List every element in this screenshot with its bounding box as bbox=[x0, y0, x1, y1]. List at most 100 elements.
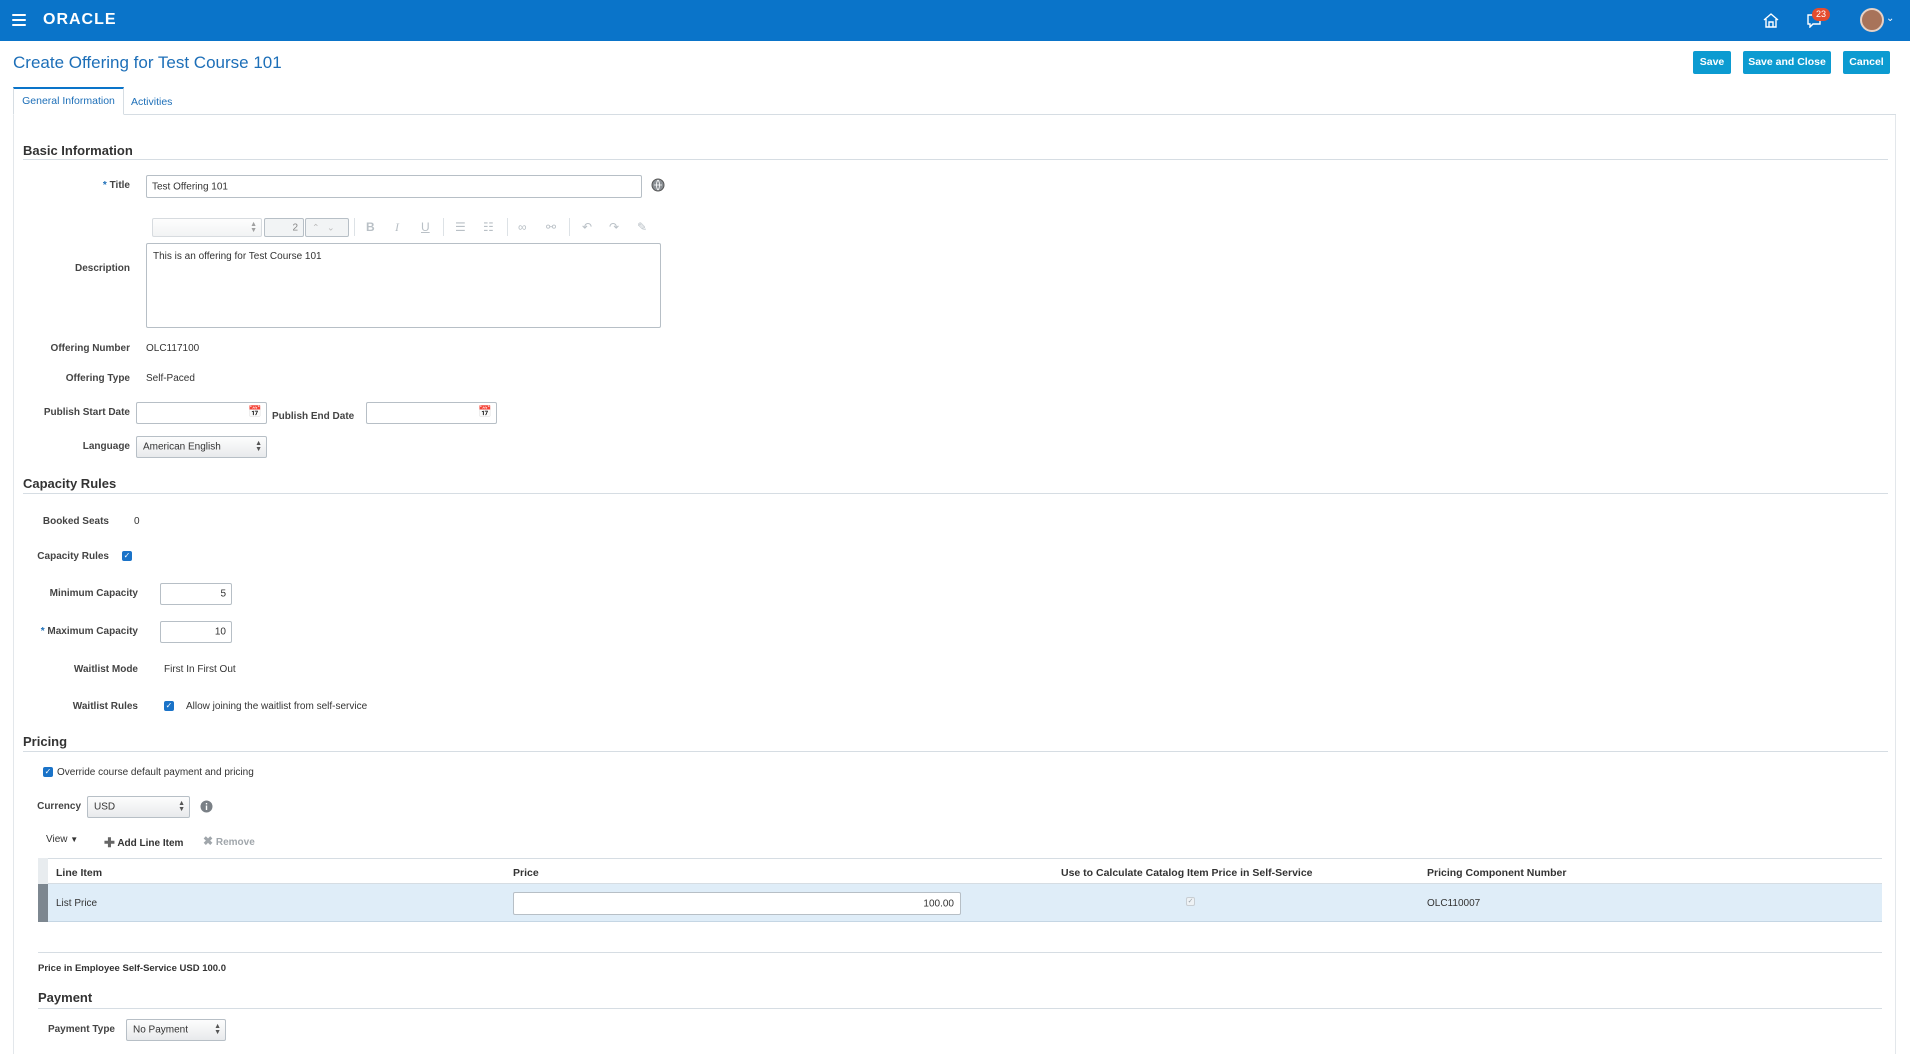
undo-icon[interactable]: ↶ bbox=[582, 220, 592, 234]
language-label: Language bbox=[82, 441, 130, 452]
publish-start-date-label: Publish Start Date bbox=[43, 407, 130, 418]
toolbar-separator bbox=[354, 218, 355, 236]
plus-icon: ✚ bbox=[104, 835, 115, 850]
waitlist-rules-text: Allow joining the waitlist from self-ser… bbox=[186, 701, 368, 712]
info-icon[interactable] bbox=[200, 800, 213, 813]
italic-icon[interactable]: I bbox=[395, 220, 399, 235]
remove-button[interactable]: ✖ Remove bbox=[203, 834, 255, 848]
section-title-capacity-rules: Capacity Rules bbox=[23, 476, 117, 491]
save-and-close-button[interactable]: Save and Close bbox=[1743, 51, 1831, 74]
section-divider bbox=[23, 159, 1888, 160]
add-line-item-button[interactable]: ✚ Add Line Item bbox=[104, 834, 183, 850]
underline-icon[interactable]: U bbox=[421, 220, 430, 234]
currency-select-value: USD bbox=[94, 801, 116, 813]
bullet-list-icon[interactable]: ☰ bbox=[455, 220, 466, 234]
publish-end-date-label: Publish End Date bbox=[272, 411, 355, 422]
payment-type-label: Payment Type bbox=[47, 1024, 115, 1035]
booked-seats-value: 0 bbox=[134, 516, 140, 527]
chevron-down-icon[interactable]: ⌄ bbox=[1886, 13, 1894, 24]
booked-seats-label: Booked Seats bbox=[42, 516, 109, 527]
calendar-icon[interactable]: 📅 bbox=[248, 406, 262, 418]
calendar-icon[interactable]: 📅 bbox=[478, 406, 492, 418]
title-input[interactable]: Test Offering 101 bbox=[146, 175, 642, 198]
page-title: Create Offering for Test Course 101 bbox=[13, 53, 282, 72]
font-size-value: 2 bbox=[292, 222, 298, 233]
language-select[interactable]: American English ▲ ▼ bbox=[136, 436, 267, 458]
view-menu[interactable]: View ▼ bbox=[46, 834, 78, 845]
select-arrows-icon: ▲ ▼ bbox=[255, 440, 262, 453]
add-line-item-label: Add Line Item bbox=[117, 838, 184, 849]
bold-icon[interactable]: B bbox=[366, 220, 375, 234]
waitlist-rules-checkbox[interactable]: ✓ bbox=[164, 701, 174, 711]
capacity-rules-checkbox[interactable]: ✓ bbox=[122, 551, 132, 561]
offering-type-label: Offering Type bbox=[65, 373, 130, 384]
section-title-payment: Payment bbox=[38, 990, 93, 1005]
home-icon[interactable] bbox=[1762, 12, 1780, 28]
unlink-icon[interactable]: ⚯ bbox=[546, 220, 556, 234]
section-divider bbox=[23, 493, 1888, 494]
oracle-logo: ORACLE bbox=[43, 11, 117, 28]
minimum-capacity-label: Minimum Capacity bbox=[49, 588, 138, 599]
column-header-use-to-calculate: Use to Calculate Catalog Item Price in S… bbox=[1061, 867, 1313, 879]
clear-formatting-icon[interactable]: ✎ bbox=[637, 220, 647, 234]
cancel-button[interactable]: Cancel bbox=[1843, 51, 1890, 74]
remove-label: Remove bbox=[215, 837, 255, 848]
tab-divider bbox=[13, 114, 1896, 115]
column-header-pricing-component-number: Pricing Component Number bbox=[1427, 867, 1567, 879]
currency-select[interactable]: USD ▲ ▼ bbox=[87, 796, 190, 818]
toolbar-separator bbox=[569, 218, 570, 236]
font-family-select[interactable]: ▲ ▼ bbox=[152, 218, 262, 237]
maximum-capacity-input[interactable]: 10 bbox=[160, 621, 232, 643]
font-size-input[interactable]: 2 bbox=[264, 218, 304, 237]
menu-icon[interactable] bbox=[12, 14, 26, 26]
numbered-list-icon[interactable]: ☷ bbox=[483, 220, 494, 234]
link-icon[interactable]: ∞ bbox=[518, 220, 527, 234]
translate-icon[interactable] bbox=[651, 178, 665, 192]
use-to-calculate-checkbox: ✓ bbox=[1186, 897, 1195, 906]
capacity-rules-label: Capacity Rules bbox=[37, 551, 109, 562]
select-arrows-icon: ▲ ▼ bbox=[214, 1023, 221, 1036]
title-label: * Title bbox=[60, 180, 130, 191]
waitlist-rules-label: Waitlist Rules bbox=[72, 701, 138, 712]
table-footer-divider bbox=[38, 952, 1882, 953]
currency-label: Currency bbox=[37, 801, 81, 812]
pricing-table-header bbox=[38, 858, 1882, 884]
override-pricing-checkbox[interactable]: ✓ bbox=[43, 767, 53, 777]
maximum-capacity-value: 10 bbox=[214, 626, 226, 638]
tab-general-information[interactable]: General Information bbox=[13, 87, 124, 115]
payment-type-select[interactable]: No Payment ▲ ▼ bbox=[126, 1019, 226, 1041]
notification-badge: 23 bbox=[1812, 8, 1831, 21]
column-header-price: Price bbox=[513, 867, 539, 879]
section-title-basic-information: Basic Information bbox=[23, 143, 133, 158]
waitlist-mode-label: Waitlist Mode bbox=[73, 664, 138, 675]
pricing-component-number-cell: OLC110007 bbox=[1427, 898, 1481, 909]
waitlist-mode-value: First In First Out bbox=[164, 664, 236, 675]
save-button[interactable]: Save bbox=[1693, 51, 1731, 74]
description-editor[interactable]: This is an offering for Test Course 101 bbox=[146, 243, 661, 328]
price-value: 100.00 bbox=[923, 898, 954, 909]
global-header: ORACLE 23 ⌄ bbox=[0, 0, 1910, 41]
minimum-capacity-value: 5 bbox=[220, 588, 226, 600]
redo-icon[interactable]: ↷ bbox=[609, 220, 619, 234]
view-menu-label: View bbox=[46, 834, 68, 845]
section-divider bbox=[23, 751, 1888, 752]
minimum-capacity-input[interactable]: 5 bbox=[160, 583, 232, 605]
self-service-price-summary: Price in Employee Self-Service USD 100.0 bbox=[38, 963, 226, 974]
offering-number-value: OLC117100 bbox=[146, 343, 200, 354]
description-text: This is an offering for Test Course 101 bbox=[153, 251, 322, 262]
description-label: Description bbox=[74, 263, 130, 274]
offering-type-value: Self-Paced bbox=[146, 373, 195, 384]
toolbar-separator bbox=[443, 218, 444, 236]
tab-activities[interactable]: Activities bbox=[131, 96, 172, 108]
maximum-capacity-label-text: Maximum Capacity bbox=[47, 626, 138, 637]
title-input-value: Test Offering 101 bbox=[152, 181, 228, 192]
required-indicator: * bbox=[40, 626, 45, 637]
font-size-stepper[interactable]: ⌃ ⌄ bbox=[305, 218, 349, 237]
language-select-value: American English bbox=[143, 441, 221, 453]
line-item-cell: List Price bbox=[56, 898, 98, 909]
user-avatar[interactable] bbox=[1860, 8, 1884, 32]
title-label-text: Title bbox=[109, 180, 130, 191]
toolbar-separator bbox=[507, 218, 508, 236]
caret-down-icon: ▼ bbox=[70, 835, 79, 844]
price-input[interactable]: 100.00 bbox=[513, 892, 961, 915]
